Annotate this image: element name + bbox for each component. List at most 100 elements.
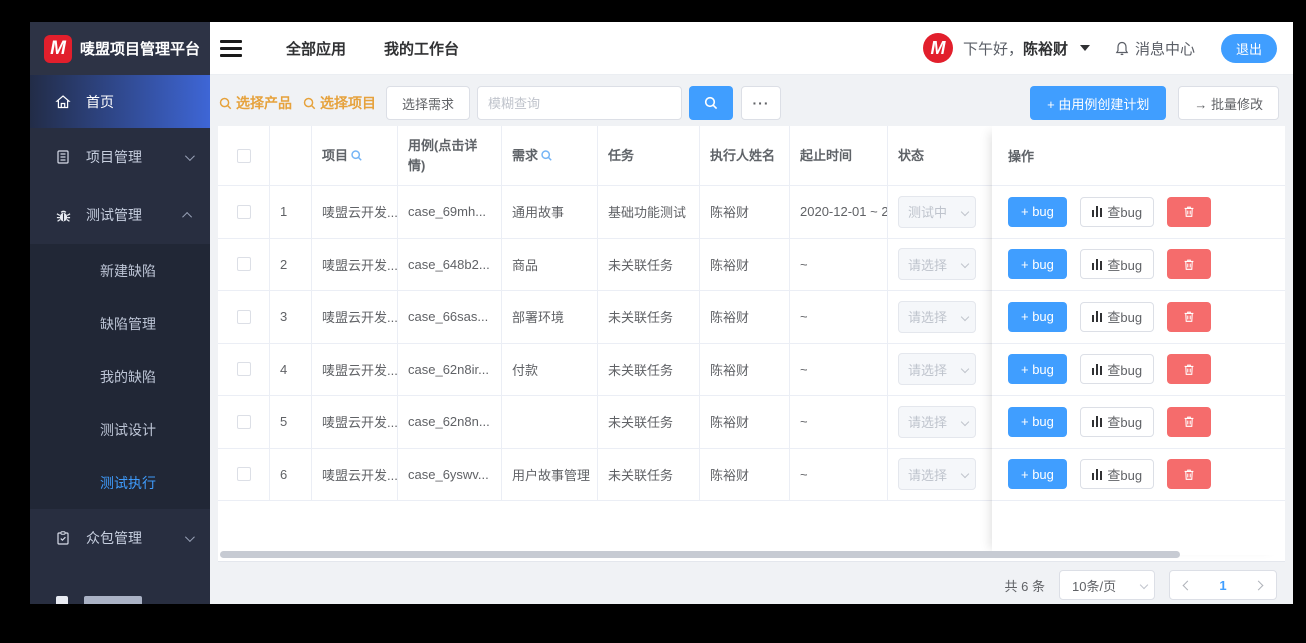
col-period-label: 起止时间 [800, 147, 853, 163]
column-search-icon[interactable] [350, 149, 363, 162]
select-requirement-button[interactable]: 选择需求 [386, 86, 471, 120]
col-status-label: 状态 [898, 147, 925, 163]
row-task: 未关联任务 [598, 448, 700, 500]
chevron-down-icon [960, 312, 970, 321]
search-button[interactable] [689, 86, 734, 120]
select-project-link[interactable]: 选择项目 [302, 93, 376, 113]
row-checkbox[interactable] [236, 257, 251, 272]
view-bug-button[interactable]: 查bug [1079, 354, 1155, 385]
batch-edit-button[interactable]: → 批量修改 [1178, 86, 1279, 120]
sidebar-item-project-mgmt[interactable]: 项目管理 [30, 128, 210, 186]
row-case-link[interactable]: case_6yswv... [398, 448, 502, 500]
sidebar-item-crowdsource-mgmt[interactable]: 众包管理 [30, 509, 210, 567]
page-size-select[interactable]: 10条/页 [1059, 570, 1155, 600]
create-plan-button[interactable]: + 由用例创建计划 [1030, 86, 1167, 120]
view-bug-button[interactable]: 查bug [1079, 406, 1155, 437]
home-icon [54, 93, 72, 111]
col-task-label: 任务 [608, 147, 635, 163]
column-search-icon[interactable] [540, 149, 553, 162]
tab-my-workbench[interactable]: 我的工作台 [384, 38, 459, 59]
username: 陈裕财 [1022, 40, 1068, 58]
sidebar-item-test-mgmt[interactable]: 测试管理 [30, 186, 210, 244]
col-operations: 操作 [992, 126, 1285, 186]
tab-all-apps[interactable]: 全部应用 [286, 38, 346, 59]
status-select[interactable]: 请选择 [898, 405, 976, 438]
sidebar-item-defect-mgmt[interactable]: 缺陷管理 [30, 297, 210, 350]
sidebar-item-partial[interactable] [30, 596, 210, 604]
view-bug-label: 查bug [1107, 257, 1143, 273]
add-bug-button[interactable]: + bug [1008, 249, 1067, 280]
user-avatar[interactable]: M [922, 33, 953, 63]
add-bug-button[interactable]: + bug [1008, 354, 1067, 385]
row-requirement: 用户故事管理 [502, 448, 598, 500]
delete-button[interactable] [1167, 354, 1212, 385]
logo-bar: M 唛盟项目管理平台 [30, 22, 210, 75]
pagination-bar: 共 6 条 10条/页 1 [218, 562, 1285, 604]
caret-down-icon[interactable] [1079, 45, 1090, 51]
logout-button[interactable]: 退出 [1220, 33, 1277, 63]
status-select[interactable]: 测试中 [898, 195, 976, 228]
add-bug-button[interactable]: + bug [1008, 406, 1067, 437]
view-bug-button[interactable]: 查bug [1079, 459, 1155, 490]
more-filters-button[interactable]: ··· [741, 86, 782, 120]
sidebar-item-label: 众包管理 [86, 530, 142, 546]
sidebar-item-test-design[interactable]: 测试设计 [30, 403, 210, 456]
next-page-icon[interactable] [1253, 580, 1264, 590]
status-select[interactable]: 请选择 [898, 353, 976, 386]
status-select[interactable]: 请选择 [898, 458, 976, 491]
add-bug-button[interactable]: + bug [1008, 196, 1067, 227]
row-project: 唛盟云开发... [312, 396, 398, 448]
select-all-checkbox[interactable] [236, 148, 251, 163]
partial-icon [56, 596, 68, 604]
row-case-link[interactable]: case_69mh... [398, 186, 502, 238]
prev-page-icon[interactable] [1182, 580, 1193, 590]
horizontal-scrollbar[interactable] [220, 551, 1180, 558]
row-executor: 陈裕财 [700, 448, 790, 500]
view-bug-button[interactable]: 查bug [1079, 196, 1155, 227]
user-greeting[interactable]: 下午好，陈裕财 [963, 38, 1068, 59]
row-checkbox[interactable] [236, 467, 251, 482]
trash-icon [1184, 416, 1194, 428]
row-checkbox[interactable] [236, 309, 251, 324]
row-requirement: 付款 [502, 343, 598, 395]
topbar-right: M 下午好，陈裕财 消息中心 退出 [922, 33, 1277, 63]
row-case-link[interactable]: case_66sas... [398, 291, 502, 343]
row-checkbox[interactable] [236, 204, 251, 219]
row-checkbox[interactable] [236, 362, 251, 377]
search-icon [219, 97, 232, 109]
add-bug-button[interactable]: + bug [1008, 301, 1067, 332]
select-product-link[interactable]: 选择产品 [218, 93, 292, 113]
trash-icon [1184, 311, 1194, 323]
sidebar-item-my-defects[interactable]: 我的缺陷 [30, 350, 210, 403]
current-page[interactable]: 1 [1219, 578, 1226, 593]
row-checkbox[interactable] [236, 414, 251, 429]
content-area: 选择产品 选择项目 选择需求 ··· + 由用例创建计划 → 批量修改 [210, 75, 1293, 604]
row-case-link[interactable]: case_62n8ir... [398, 343, 502, 395]
delete-button[interactable] [1167, 459, 1212, 490]
view-bug-button[interactable]: 查bug [1079, 249, 1155, 280]
sidebar-item-home[interactable]: 首页 [30, 75, 210, 128]
row-project: 唛盟云开发... [312, 238, 398, 290]
delete-button[interactable] [1167, 406, 1212, 437]
row-index: 3 [270, 291, 312, 343]
status-select[interactable]: 请选择 [898, 248, 976, 281]
delete-button[interactable] [1167, 249, 1212, 280]
menu-toggle-icon[interactable] [220, 39, 242, 57]
row-task: 未关联任务 [598, 238, 700, 290]
row-case-link[interactable]: case_62n8n... [398, 396, 502, 448]
row-case-link[interactable]: case_648b2... [398, 238, 502, 290]
delete-button[interactable] [1167, 196, 1212, 227]
row-index: 1 [270, 186, 312, 238]
view-bug-button[interactable]: 查bug [1079, 301, 1155, 332]
col-executor-label: 执行人姓名 [710, 147, 776, 163]
select-project-label: 选择项目 [320, 95, 376, 111]
sidebar-item-test-execution[interactable]: 测试执行 [30, 456, 210, 509]
status-select[interactable]: 请选择 [898, 300, 976, 333]
clipboard-check-icon [54, 529, 72, 547]
fuzzy-search-input[interactable] [477, 86, 683, 120]
delete-button[interactable] [1167, 301, 1212, 332]
message-center-link[interactable]: 消息中心 [1114, 38, 1195, 59]
row-period: 2020-12-01 ~ 20 [790, 186, 888, 238]
sidebar-item-new-defect[interactable]: 新建缺陷 [30, 244, 210, 297]
add-bug-button[interactable]: + bug [1008, 459, 1067, 490]
